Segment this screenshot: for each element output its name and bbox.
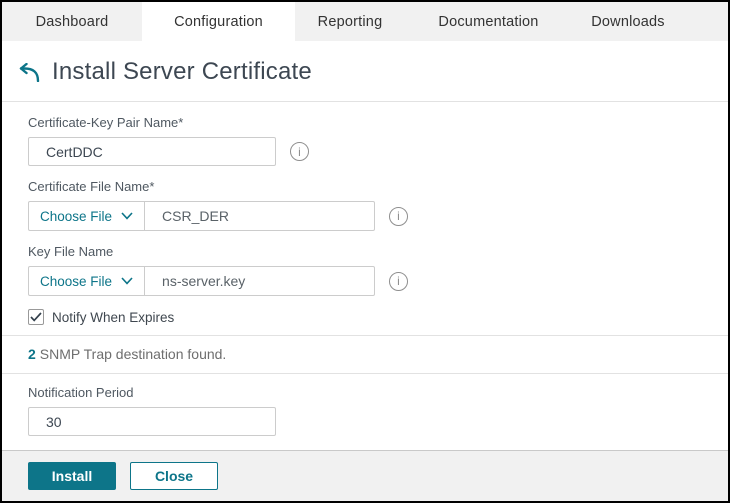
cert-key-pair-label: Certificate-Key Pair Name*: [28, 115, 184, 130]
cert-file-field: Certificate File Name* Choose File i: [28, 179, 728, 231]
install-button[interactable]: Install: [28, 462, 116, 490]
notify-when-expires-checkbox[interactable]: [28, 309, 44, 325]
top-tab-bar: Dashboard Configuration Reporting Docume…: [2, 2, 728, 41]
cert-file-choose-button[interactable]: Choose File: [29, 202, 146, 230]
chevron-down-icon: [121, 212, 133, 220]
key-file-combo: Choose File: [28, 266, 375, 296]
tab-downloads[interactable]: Downloads: [572, 2, 684, 41]
chevron-down-icon: [121, 277, 133, 285]
tab-documentation[interactable]: Documentation: [405, 2, 572, 41]
tab-reporting[interactable]: Reporting: [295, 2, 405, 41]
key-file-input[interactable]: [145, 267, 374, 295]
notification-period-input[interactable]: [28, 407, 276, 436]
back-arrow-icon[interactable]: [16, 62, 41, 82]
key-file-field: Key File Name Choose File i: [28, 244, 728, 296]
cert-file-label: Certificate File Name*: [28, 179, 155, 194]
checkbox-checkmark-icon: [30, 312, 42, 322]
close-button[interactable]: Close: [130, 462, 218, 490]
page-title: Install Server Certificate: [52, 58, 312, 85]
cert-key-pair-field: Certificate-Key Pair Name* i: [28, 115, 728, 166]
tab-dashboard[interactable]: Dashboard: [2, 2, 142, 41]
key-file-choose-button[interactable]: Choose File: [29, 267, 146, 295]
snmp-trap-notice: 2 SNMP Trap destination found.: [2, 336, 728, 373]
page-header: Install Server Certificate: [2, 41, 728, 102]
snmp-trap-text: SNMP Trap destination found.: [39, 346, 227, 362]
install-certificate-form: Certificate-Key Pair Name* i Certificate…: [2, 102, 728, 325]
info-icon[interactable]: i: [290, 142, 309, 161]
cert-key-pair-input[interactable]: [28, 137, 276, 166]
notify-when-expires-row: Notify When Expires: [28, 309, 728, 325]
snmp-trap-count: 2: [28, 346, 36, 362]
action-bar: Install Close: [2, 450, 728, 501]
tab-configuration[interactable]: Configuration: [142, 2, 295, 41]
notification-period-label: Notification Period: [28, 385, 134, 400]
cert-file-input[interactable]: [145, 202, 374, 230]
notify-when-expires-label: Notify When Expires: [52, 309, 175, 325]
key-file-label: Key File Name: [28, 244, 114, 259]
cert-file-combo: Choose File: [28, 201, 375, 231]
info-icon[interactable]: i: [389, 206, 408, 226]
info-icon[interactable]: i: [389, 271, 408, 291]
